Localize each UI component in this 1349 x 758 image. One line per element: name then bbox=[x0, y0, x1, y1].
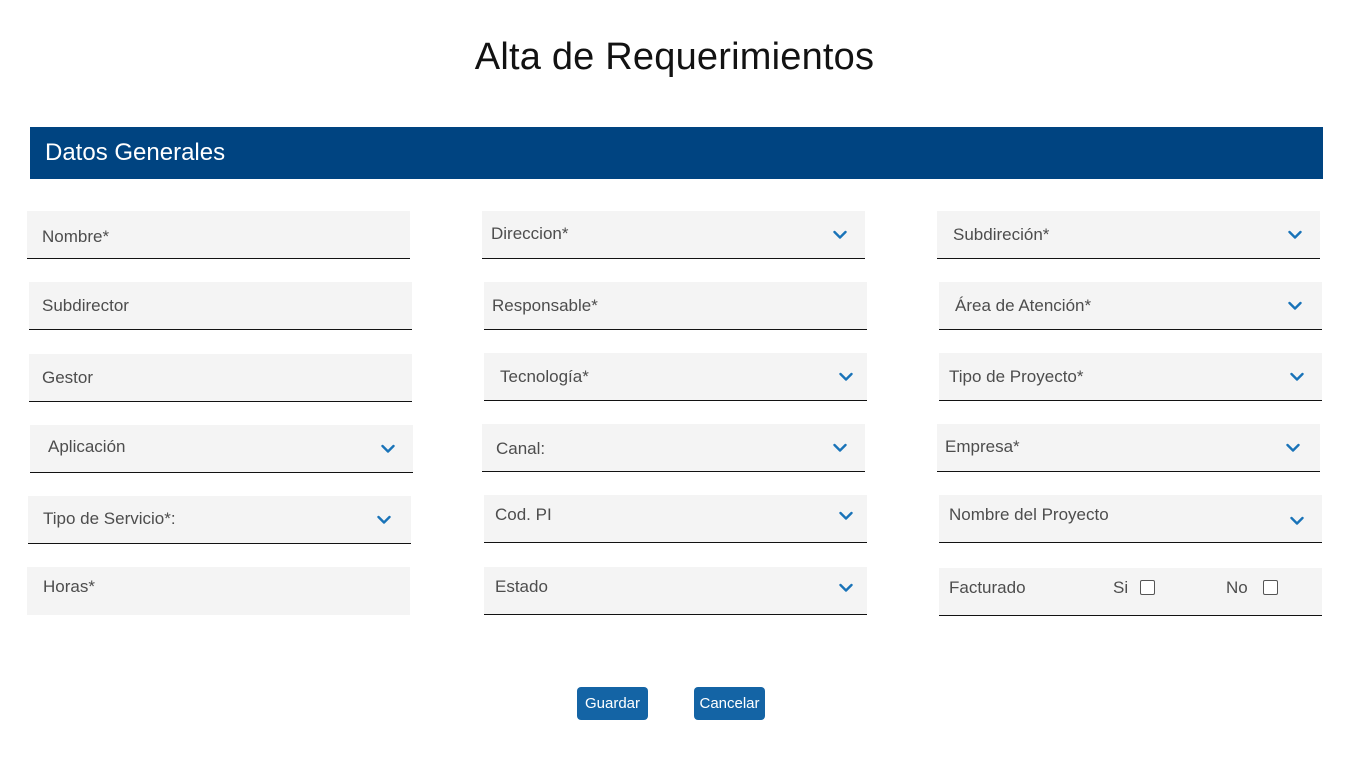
responsable-label: Responsable* bbox=[492, 295, 598, 315]
section-header: Datos Generales bbox=[30, 127, 1323, 179]
gestor-input[interactable]: Gestor bbox=[29, 354, 412, 402]
chevron-down-icon bbox=[833, 443, 847, 453]
canal-select[interactable]: Canal: bbox=[482, 424, 865, 472]
facturado-no-label: No bbox=[1226, 578, 1248, 597]
cod-pi-label: Cod. PI bbox=[495, 505, 552, 524]
facturado-si-checkbox[interactable] bbox=[1140, 580, 1155, 595]
nombre-input[interactable]: Nombre* bbox=[27, 211, 410, 259]
chevron-down-icon bbox=[1288, 230, 1302, 240]
subdirector-input[interactable]: Subdirector bbox=[29, 282, 412, 330]
tecnologia-select[interactable]: Tecnología* bbox=[484, 353, 867, 401]
estado-select[interactable]: Estado bbox=[484, 567, 867, 615]
estado-label: Estado bbox=[495, 577, 548, 596]
nombre-proyecto-select[interactable]: Nombre del Proyecto bbox=[939, 495, 1322, 543]
chevron-down-icon bbox=[1288, 301, 1302, 311]
chevron-down-icon bbox=[833, 230, 847, 240]
chevron-down-icon bbox=[381, 444, 395, 454]
nombre-label: Nombre* bbox=[42, 227, 110, 246]
subdireccion-label: Subdireción* bbox=[953, 224, 1050, 244]
facturado-si-label: Si bbox=[1113, 578, 1129, 597]
horas-label: Horas* bbox=[43, 577, 95, 596]
direccion-select[interactable]: Direccion* bbox=[482, 211, 865, 259]
empresa-label: Empresa* bbox=[945, 437, 1020, 456]
canal-label: Canal: bbox=[496, 439, 546, 458]
subdireccion-select[interactable]: Subdireción* bbox=[937, 211, 1320, 259]
subdirector-label: Subdirector bbox=[42, 295, 129, 315]
chevron-down-icon bbox=[1286, 443, 1300, 453]
nombre-proyecto-label: Nombre del Proyecto bbox=[949, 505, 1109, 524]
empresa-select[interactable]: Empresa* bbox=[937, 424, 1320, 472]
chevron-down-icon bbox=[1290, 516, 1304, 526]
aplicacion-label: Aplicación bbox=[48, 437, 126, 456]
chevron-down-icon bbox=[377, 515, 391, 525]
tipo-proyecto-select[interactable]: Tipo de Proyecto* bbox=[939, 353, 1322, 401]
tecnologia-label: Tecnología* bbox=[500, 366, 589, 386]
facturado-label: Facturado bbox=[949, 578, 1026, 597]
chevron-down-icon bbox=[839, 511, 853, 521]
horas-input[interactable]: Horas* bbox=[27, 567, 410, 615]
direccion-label: Direccion* bbox=[491, 224, 569, 243]
save-button[interactable]: Guardar bbox=[577, 687, 648, 720]
cancel-button[interactable]: Cancelar bbox=[694, 687, 765, 720]
chevron-down-icon bbox=[839, 583, 853, 593]
chevron-down-icon bbox=[839, 372, 853, 382]
tipo-servicio-label: Tipo de Servicio*: bbox=[43, 509, 176, 528]
aplicacion-select[interactable]: Aplicación bbox=[30, 425, 413, 473]
facturado-field: Facturado Si No bbox=[939, 568, 1322, 616]
tipo-servicio-select[interactable]: Tipo de Servicio*: bbox=[28, 496, 411, 544]
chevron-down-icon bbox=[1290, 372, 1304, 382]
page-title: Alta de Requerimientos bbox=[474, 36, 875, 78]
tipo-proyecto-label: Tipo de Proyecto* bbox=[949, 366, 1084, 386]
facturado-no-checkbox[interactable] bbox=[1263, 580, 1278, 595]
gestor-label: Gestor bbox=[42, 367, 94, 387]
cod-pi-select[interactable]: Cod. PI bbox=[484, 495, 867, 543]
area-atencion-label: Área de Atención* bbox=[955, 295, 1092, 315]
area-atencion-select[interactable]: Área de Atención* bbox=[939, 282, 1322, 330]
responsable-input[interactable]: Responsable* bbox=[484, 282, 867, 330]
